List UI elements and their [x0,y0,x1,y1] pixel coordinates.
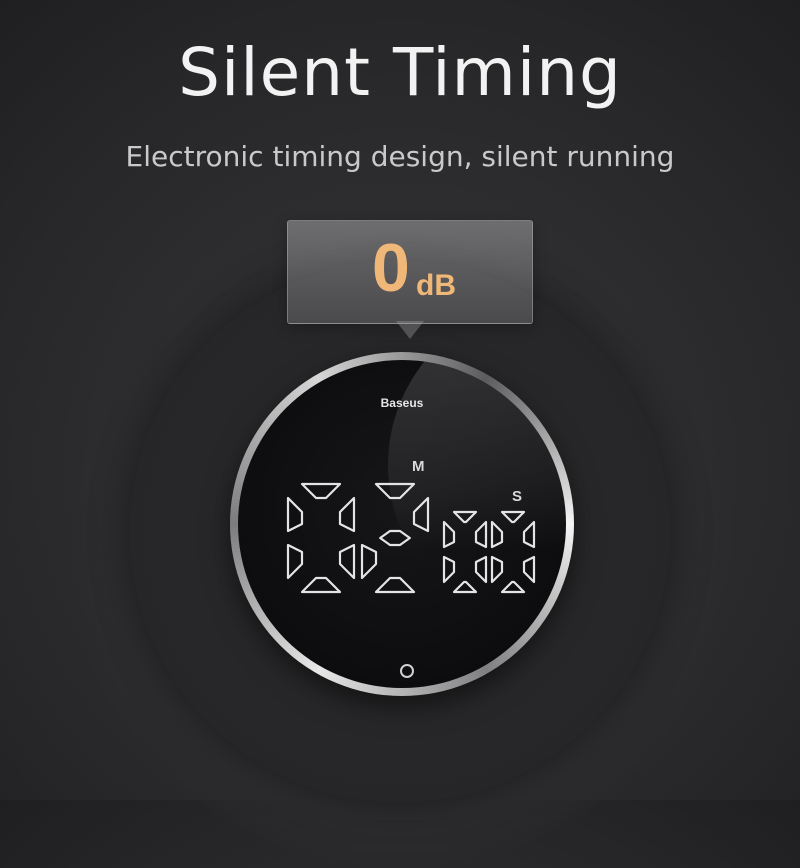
digit-segment [338,543,356,580]
digit-segment [490,555,504,584]
timer-face: Baseus M S [238,360,566,688]
digit-segment [474,555,488,584]
digit-segment [379,529,411,547]
digit-segment [374,482,416,500]
decibel-value: 0 [372,230,410,306]
digit-segment [442,555,456,584]
subline: Electronic timing design, silent running [125,140,675,173]
digit-segment [286,496,304,533]
digit-segment [452,510,478,524]
digit-segment [474,520,488,549]
power-button[interactable] [400,664,414,678]
decibel-unit: dB [416,269,456,302]
digit-segment [522,555,536,584]
digit-segment [522,520,536,549]
second-digit [442,510,488,594]
digit-segment [500,510,526,524]
minutes-label: M [412,458,425,475]
digit-segment [374,576,416,594]
digit-segment [360,543,378,580]
callout-pointer [396,321,424,339]
digit-segment [442,520,456,549]
timer-bezel: Baseus M S [230,352,574,696]
decibel-callout: 0 dB [287,220,533,324]
second-digit [490,510,536,594]
digit-segment [286,543,304,580]
digit-segment [338,496,356,533]
headline: Silent Timing [178,34,622,111]
digit-segment [500,580,526,594]
digit-segment [412,496,430,533]
brand-logo: Baseus [380,396,424,410]
digit-segment [490,520,504,549]
digit-segment [452,580,478,594]
minute-digit [286,482,356,594]
time-display [286,482,536,594]
minute-digit [360,482,430,594]
digit-segment [300,576,342,594]
digit-segment [300,482,342,500]
